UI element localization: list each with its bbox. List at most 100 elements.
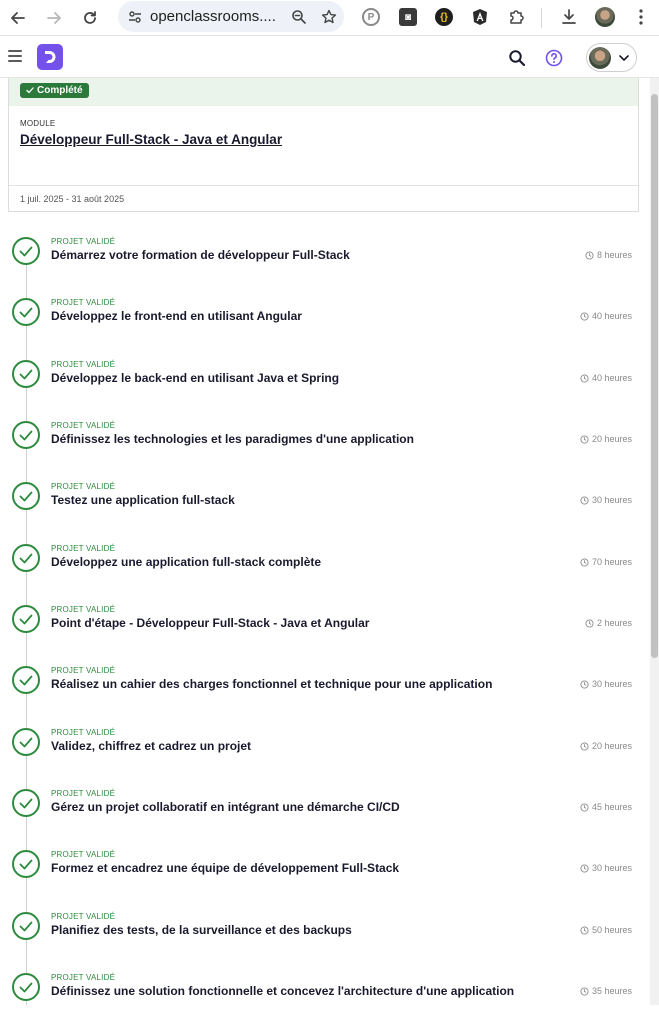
profile-avatar[interactable] (592, 4, 618, 30)
check-icon (26, 87, 34, 94)
clock-icon (580, 557, 589, 567)
check-circle-icon (12, 789, 40, 817)
download-icon[interactable] (556, 4, 582, 30)
clock-icon (585, 250, 594, 260)
hamburger-menu-icon[interactable] (8, 50, 22, 62)
module-dates: 1 juil. 2025 - 31 août 2025 (20, 194, 125, 204)
project-title[interactable]: Démarrez votre formation de développeur … (51, 248, 350, 262)
project-item[interactable]: PROJET VALIDÉ Développez le front-end en… (0, 281, 650, 342)
project-duration: 20 heures (580, 434, 632, 444)
project-item[interactable]: PROJET VALIDÉ Définissez les technologie… (0, 404, 650, 465)
project-status: PROJET VALIDÉ (51, 421, 116, 430)
project-item[interactable]: PROJET VALIDÉ Gérez un projet collaborat… (0, 772, 650, 833)
project-item[interactable]: PROJET VALIDÉ Validez, chiffrez et cadre… (0, 711, 650, 772)
check-circle-icon (12, 666, 40, 694)
clock-icon (580, 925, 589, 935)
project-item[interactable]: PROJET VALIDÉ Définissez une solution fo… (0, 956, 650, 1017)
check-circle-icon (12, 237, 40, 265)
check-circle-icon (12, 850, 40, 878)
p-circle-icon[interactable]: P (358, 4, 384, 30)
openclassrooms-logo[interactable] (37, 44, 63, 70)
check-circle-icon (12, 360, 40, 388)
angular-extension-icon[interactable] (467, 4, 493, 30)
clock-icon (580, 495, 589, 505)
project-title[interactable]: Gérez un projet collaboratif en intégran… (51, 800, 400, 814)
project-item[interactable]: PROJET VALIDÉ Réalisez un cahier des cha… (0, 649, 650, 710)
search-icon[interactable] (508, 49, 526, 72)
user-menu-button[interactable] (586, 43, 637, 72)
project-status: PROJET VALIDÉ (51, 482, 116, 491)
project-status: PROJET VALIDÉ (51, 912, 116, 921)
check-circle-icon (12, 298, 40, 326)
kebab-menu-icon[interactable] (628, 4, 654, 30)
project-title[interactable]: Validez, chiffrez et cadrez un projet (51, 739, 251, 753)
project-title[interactable]: Point d'étape - Développeur Full-Stack -… (51, 616, 369, 630)
project-status: PROJET VALIDÉ (51, 728, 116, 737)
card-divider (9, 185, 638, 186)
avatar (589, 46, 611, 69)
zoom-icon[interactable] (284, 9, 314, 25)
bookmark-star-icon[interactable] (314, 9, 344, 25)
project-item[interactable]: PROJET VALIDÉ Testez une application ful… (0, 465, 650, 526)
project-status: PROJET VALIDÉ (51, 544, 116, 553)
clock-icon (580, 863, 589, 873)
project-item[interactable]: PROJET VALIDÉ Développez le back-end en … (0, 343, 650, 404)
back-icon[interactable] (0, 0, 36, 36)
camera-extension-icon[interactable]: ◙ (395, 4, 421, 30)
check-circle-icon (12, 973, 40, 1001)
check-circle-icon (12, 482, 40, 510)
check-circle-icon (12, 728, 40, 756)
project-title[interactable]: Développez le back-end en utilisant Java… (51, 371, 339, 385)
project-duration: 35 heures (580, 986, 632, 996)
project-title[interactable]: Définissez les technologies et les parad… (51, 432, 414, 446)
project-title[interactable]: Formez et encadrez une équipe de dévelop… (51, 861, 399, 875)
status-badge: Complété (20, 83, 89, 98)
badge-label: Complété (37, 85, 83, 96)
forward-icon[interactable] (36, 0, 72, 36)
project-item[interactable]: PROJET VALIDÉ Démarrez votre formation d… (0, 220, 650, 281)
module-title-link[interactable]: Développeur Full-Stack - Java et Angular (20, 132, 282, 147)
project-duration: 30 heures (580, 863, 632, 873)
project-title[interactable]: Testez une application full-stack (51, 493, 235, 507)
project-item[interactable]: PROJET VALIDÉ Planifiez des tests, de la… (0, 895, 650, 956)
project-item[interactable]: PROJET VALIDÉ Point d'étape - Développeu… (0, 588, 650, 649)
project-title[interactable]: Développez le front-end en utilisant Ang… (51, 309, 302, 323)
check-circle-icon (12, 605, 40, 633)
page-scrollbar[interactable] (650, 78, 659, 1005)
project-title[interactable]: Planifiez des tests, de la surveillance … (51, 923, 352, 937)
project-duration: 20 heures (580, 741, 632, 751)
help-icon[interactable] (545, 49, 563, 72)
project-status: PROJET VALIDÉ (51, 605, 116, 614)
project-duration: 40 heures (580, 311, 632, 321)
puzzle-icon[interactable] (503, 4, 529, 30)
url-text[interactable]: openclassrooms.... (150, 8, 284, 25)
clock-icon (585, 618, 594, 628)
clock-icon (580, 311, 589, 321)
braces-extension-icon[interactable]: {} (431, 4, 457, 30)
clock-icon (580, 986, 589, 996)
clock-icon (580, 802, 589, 812)
project-title[interactable]: Définissez une solution fonctionnelle et… (51, 984, 514, 998)
project-duration: 50 heures (580, 925, 632, 935)
module-card-header: Complété (9, 78, 638, 106)
project-title[interactable]: Développez une application full-stack co… (51, 555, 321, 569)
project-item[interactable]: PROJET VALIDÉ Développez une application… (0, 527, 650, 588)
project-status: PROJET VALIDÉ (51, 973, 116, 982)
module-card: Complété MODULE Développeur Full-Stack -… (8, 78, 639, 212)
project-status: PROJET VALIDÉ (51, 789, 116, 798)
project-title[interactable]: Réalisez un cahier des charges fonctionn… (51, 677, 492, 691)
project-status: PROJET VALIDÉ (51, 360, 116, 369)
clock-icon (580, 679, 589, 689)
site-info-icon[interactable] (120, 9, 150, 25)
address-bar[interactable]: openclassrooms.... (118, 1, 344, 32)
app-header (0, 36, 659, 78)
reload-icon[interactable] (72, 0, 108, 36)
browser-toolbar: openclassrooms.... P ◙ {} (0, 0, 659, 36)
check-circle-icon (12, 912, 40, 940)
scrollbar-thumb[interactable] (651, 94, 658, 658)
chevron-down-icon (619, 54, 629, 61)
project-item[interactable]: PROJET VALIDÉ Formez et encadrez une équ… (0, 833, 650, 894)
project-duration: 45 heures (580, 802, 632, 812)
project-duration: 30 heures (580, 495, 632, 505)
project-duration: 8 heures (585, 250, 632, 260)
